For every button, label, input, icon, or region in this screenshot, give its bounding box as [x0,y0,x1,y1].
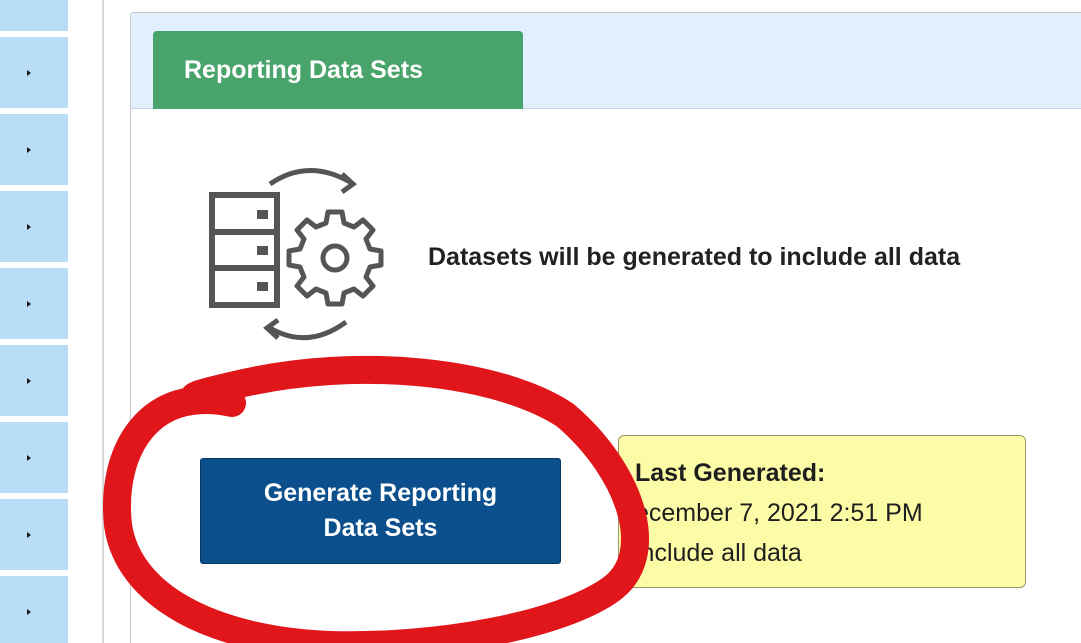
caret-right-icon [27,378,31,384]
tab-bar: Reporting Data Sets [131,13,1081,109]
last-generated-info: Last Generated: ecember 7, 2021 2:51 PM … [618,435,1026,588]
sidebar-divider [102,0,104,643]
tab-reporting-data-sets[interactable]: Reporting Data Sets [153,31,523,109]
sidebar-item[interactable] [0,499,68,573]
sidebar-item[interactable] [0,191,68,265]
dataset-generation-icon [208,162,398,362]
button-label-line1: Generate Reporting [263,479,498,507]
generate-reporting-data-sets-button[interactable]: Generate Reporting Data Sets [200,458,561,564]
button-label-line2: Data Sets [323,514,438,542]
sidebar-item[interactable] [0,268,68,342]
caret-right-icon [27,301,31,307]
last-generated-note: include all data [635,539,802,567]
caret-right-icon [27,455,31,461]
sidebar-item[interactable] [0,37,68,111]
dataset-description: Datasets will be generated to include al… [428,243,961,271]
sidebar [0,0,68,643]
sidebar-item[interactable] [0,345,68,419]
last-generated-date: ecember 7, 2021 2:51 PM [635,499,923,527]
sidebar-item[interactable] [0,114,68,188]
last-generated-label: Last Generated: [635,459,826,487]
sidebar-item[interactable] [0,576,68,643]
sidebar-item[interactable] [0,0,68,34]
caret-right-icon [27,532,31,538]
caret-right-icon [27,147,31,153]
caret-right-icon [27,224,31,230]
caret-right-icon [27,70,31,76]
sidebar-item[interactable] [0,422,68,496]
caret-right-icon [27,609,31,615]
